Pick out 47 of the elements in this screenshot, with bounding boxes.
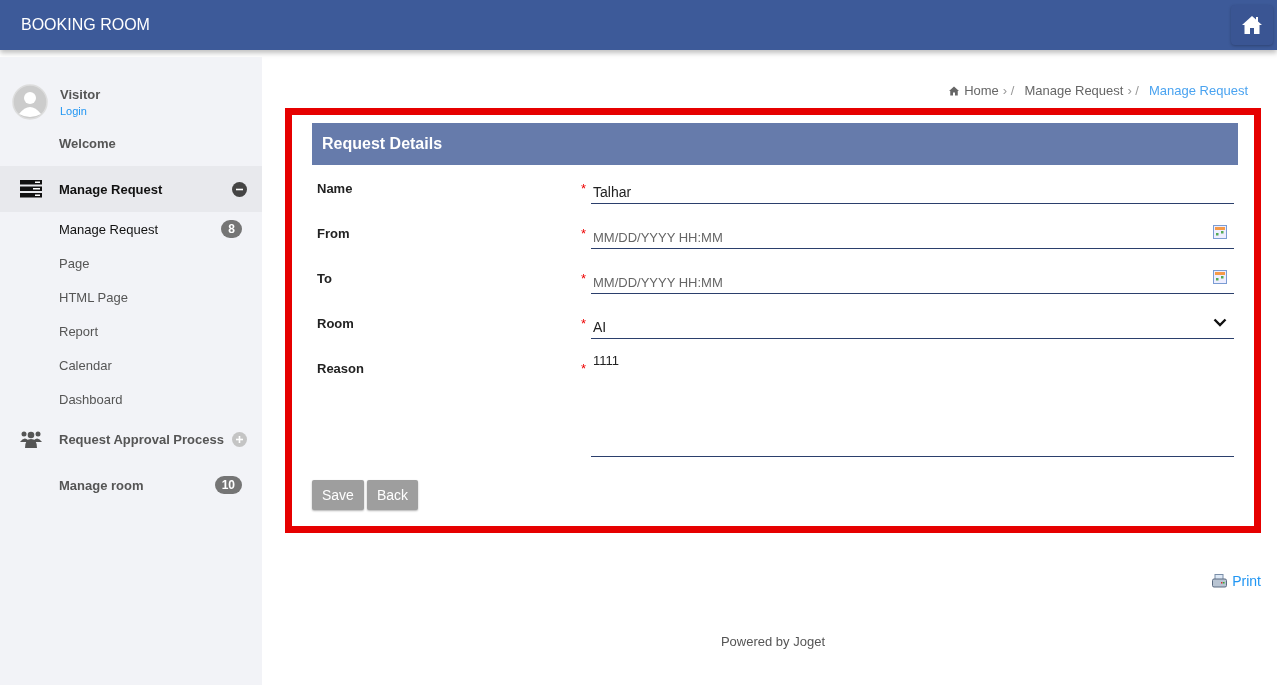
nav-item[interactable]: Welcome	[0, 120, 262, 166]
form-title-bar: Request Details	[312, 123, 1238, 165]
breadcrumb-link[interactable]: Manage Request	[1024, 83, 1124, 98]
field-label: From	[316, 225, 351, 241]
home-icon	[1241, 15, 1263, 35]
nav-subitem[interactable]: HTML Page	[0, 280, 262, 314]
users-icon	[20, 430, 42, 448]
printer-icon	[1212, 574, 1228, 588]
collapse-icon[interactable]	[232, 181, 247, 197]
field-label: Name	[316, 180, 354, 196]
nav-item[interactable]: Manage room 10	[0, 462, 262, 508]
room-select[interactable]: AI	[591, 303, 1234, 339]
date-time-field[interactable]: MM/DD/YYYY HH:MM	[591, 213, 1234, 249]
field-label: Reason	[316, 360, 365, 376]
expand-icon[interactable]	[232, 431, 247, 447]
count-badge: 10	[214, 476, 242, 494]
calendar-icon[interactable]	[1213, 225, 1227, 239]
nav-subitem[interactable]: Dashboard	[0, 382, 262, 416]
nav-subitem[interactable]: Calendar	[0, 348, 262, 382]
required-marker: *	[581, 270, 588, 286]
reason-textarea[interactable]: 1111	[591, 348, 1234, 457]
chevron-down-icon	[1213, 317, 1227, 327]
date-time-field[interactable]: MM/DD/YYYY HH:MM	[591, 258, 1234, 294]
nav-group[interactable]: Request Approval Process	[0, 416, 262, 462]
required-marker: *	[581, 180, 588, 196]
breadcrumb-separator: › /	[1127, 83, 1139, 98]
required-marker: *	[581, 225, 588, 241]
nav-subitem[interactable]: Manage Request 8	[0, 212, 262, 246]
nav-subitem[interactable]: Report	[0, 314, 262, 348]
nav-subitem[interactable]: Page	[0, 246, 262, 280]
home-button[interactable]	[1231, 5, 1273, 45]
user-name: Visitor	[60, 86, 101, 102]
field-label: To	[316, 270, 333, 286]
footer-text: Powered by Joget	[719, 634, 827, 649]
home-icon	[948, 85, 961, 96]
nav-group[interactable]: Manage Request	[0, 166, 262, 212]
avatar-icon	[12, 84, 48, 120]
text-field[interactable]: Talhar	[591, 168, 1234, 204]
breadcrumb-link[interactable]: Home	[964, 83, 999, 98]
required-marker: *	[581, 315, 588, 331]
app-title: BOOKING ROOM	[21, 16, 150, 34]
field-label: Room	[316, 315, 355, 331]
required-marker: *	[581, 360, 588, 376]
list-icon	[20, 180, 42, 198]
calendar-icon[interactable]	[1213, 270, 1227, 284]
breadcrumb-separator: › /	[1002, 83, 1015, 98]
count-badge: 8	[221, 220, 242, 238]
